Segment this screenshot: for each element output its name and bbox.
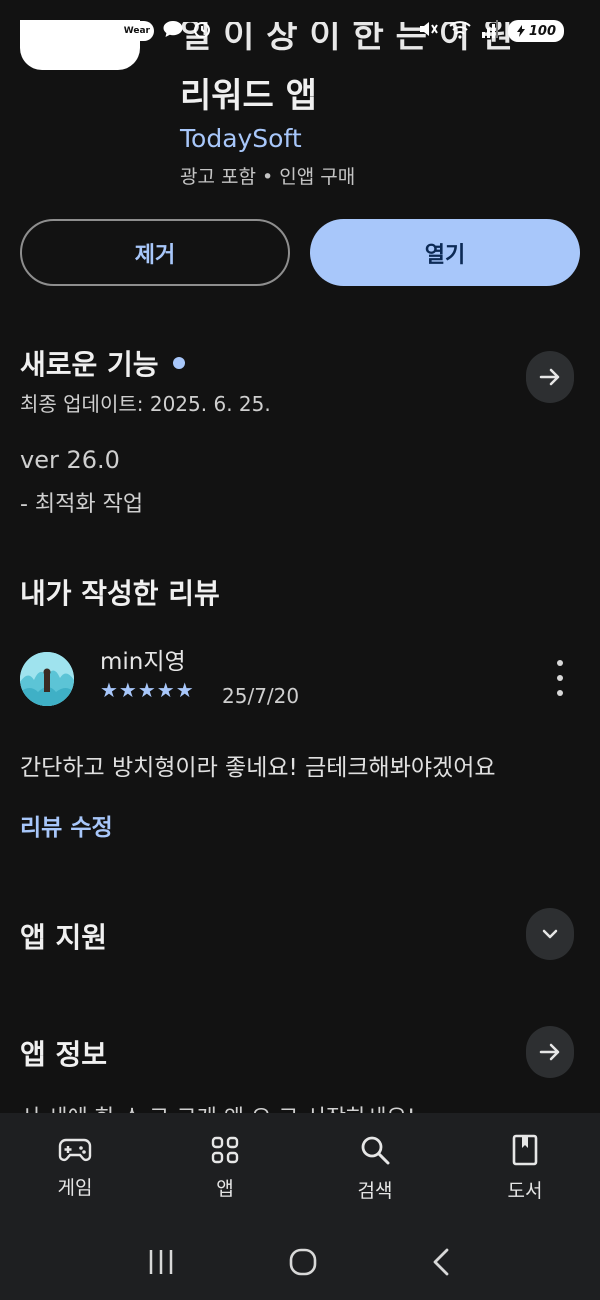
back-icon[interactable] [430, 1247, 454, 1277]
status-bar: U⁺ 7:14 Wear 100 [0, 0, 600, 62]
app-info-title[interactable]: 앱 정보 [20, 1033, 107, 1073]
last-updated: 최종 업데이트: 2025. 6. 25. [20, 392, 271, 416]
wifi-icon [448, 19, 472, 43]
book-icon [512, 1134, 538, 1165]
home-icon[interactable] [288, 1247, 318, 1277]
app-support-expand-button[interactable] [526, 908, 574, 960]
wear-app-icon: Wear [119, 21, 154, 41]
signal-icon [481, 20, 499, 42]
arrow-right-icon [539, 368, 560, 386]
nav-apps[interactable]: 앱 [150, 1113, 300, 1223]
app-meta: 광고 포함 • 인앱 구매 [180, 166, 356, 188]
edit-review-link[interactable]: 리뷰 수정 [20, 808, 113, 842]
app-title: 리워드 앱 [180, 76, 317, 116]
system-navigation-bar [0, 1223, 600, 1300]
nav-books-label: 도서 [507, 1179, 543, 1202]
bottom-navigation: 게임 앱 검색 도서 [0, 1113, 600, 1223]
clock: 7:14 [69, 21, 112, 41]
status-right: 100 [417, 18, 564, 44]
whats-new-title: 새로운 기능 [20, 348, 159, 381]
star-rating: ★★★★★ [100, 678, 195, 702]
uninstall-button[interactable]: 제거 [20, 219, 290, 286]
whats-new-arrow-button[interactable] [526, 351, 574, 403]
recents-icon[interactable] [146, 1248, 176, 1276]
nav-books[interactable]: 도서 [450, 1113, 600, 1223]
open-button[interactable]: 열기 [310, 219, 580, 286]
mute-icon [417, 18, 439, 44]
chevron-down-icon [542, 929, 558, 939]
version-text: ver 26.0 [20, 446, 120, 474]
nav-search-label: 검색 [357, 1179, 393, 1202]
chat-icon [162, 19, 184, 43]
review-text: 간단하고 방치형이라 좋네요! 금테크해봐야겠어요 [20, 755, 496, 781]
search-icon [361, 1136, 390, 1164]
developer-link[interactable]: TodaySoft [180, 124, 302, 153]
nav-apps-label: 앱 [216, 1177, 234, 1200]
app-info-arrow-button[interactable] [526, 1026, 574, 1078]
more-options-icon[interactable] [546, 660, 574, 696]
nav-search[interactable]: 검색 [300, 1113, 450, 1223]
avatar [20, 652, 74, 706]
reviewer-name: min지영 [100, 649, 186, 675]
app-support-title[interactable]: 앱 지원 [20, 916, 107, 956]
my-review-title: 내가 작성한 리뷰 [20, 577, 220, 610]
battery-icon: 100 [507, 20, 564, 42]
review-date: 25/7/20 [222, 684, 300, 708]
nav-games-label: 게임 [57, 1176, 93, 1199]
app-info-description-partial: 시 세에 한 스 그 크게 왜 으 그 시작하세요! [20, 1094, 580, 1114]
nav-games[interactable]: 게임 [0, 1113, 150, 1223]
whats-new-header[interactable]: 새로운 기능 [20, 343, 185, 383]
battery-level: 100 [528, 23, 556, 39]
release-notes: - 최적화 작업 [20, 492, 144, 517]
app-info-description-text: 시 세에 한 스 그 크게 왜 으 그 시작하세요! [20, 1100, 416, 1114]
carrier-label: U⁺ [36, 20, 62, 42]
apps-grid-icon [211, 1136, 239, 1163]
new-indicator-dot [172, 357, 185, 369]
gamepad-icon [58, 1138, 92, 1161]
arrow-right-icon [539, 1043, 560, 1061]
status-left: U⁺ 7:14 Wear [36, 19, 212, 43]
alarm-icon [192, 19, 212, 43]
